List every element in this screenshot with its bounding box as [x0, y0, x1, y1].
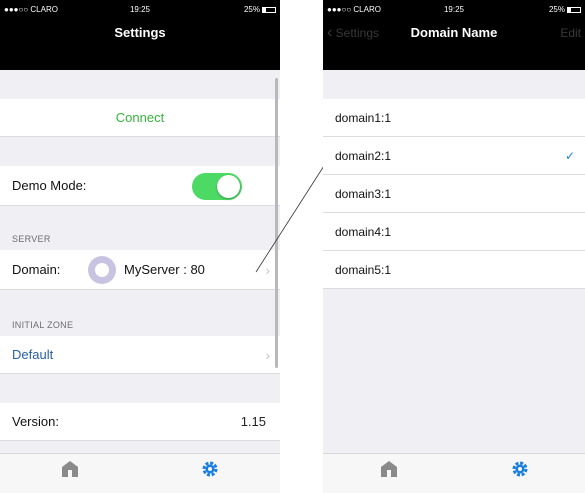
- battery-icon: [262, 7, 276, 13]
- domain-name-screen: ●●●○○ CLARO 19:25 25% ‹ Settings Domain …: [323, 0, 585, 493]
- initial-zone-value: Default: [12, 347, 54, 362]
- domain-row[interactable]: Domain: MyServer : 80 ›: [0, 250, 280, 290]
- battery-icon: [567, 7, 581, 13]
- tab-settings[interactable]: [140, 454, 280, 493]
- version-row: Version: 1.15: [0, 403, 280, 441]
- domain-item-label: domain2:1: [335, 148, 392, 163]
- navigation-bar: ●●●○○ CLARO 19:25 25% ‹ Settings Domain …: [323, 0, 585, 70]
- list-item-domain4[interactable]: domain4:1: [323, 213, 585, 251]
- navigation-bar: ●●●○○ CLARO 19:25 25% Settings: [0, 0, 280, 70]
- demo-mode-toggle[interactable]: [192, 172, 242, 200]
- status-bar: ●●●○○ CLARO 19:25 25%: [323, 0, 585, 20]
- status-bar: ●●●○○ CLARO 19:25 25%: [0, 0, 280, 20]
- home-icon: [62, 461, 78, 477]
- home-icon: [380, 461, 397, 477]
- battery-text: 25%: [548, 5, 565, 14]
- page-title: Settings: [114, 25, 166, 40]
- domain-item-label: domain1:1: [335, 110, 392, 125]
- clock-text: 19:25: [443, 5, 465, 14]
- settings-screen: ●●●○○ CLARO 19:25 25% Settings Connect D…: [0, 0, 280, 493]
- gear-icon: [202, 461, 218, 477]
- battery-indicator: 25%: [244, 0, 276, 20]
- list-item-domain2[interactable]: domain2:1 ✓: [323, 137, 585, 175]
- chevron-right-icon: ›: [265, 261, 270, 278]
- domain-item-label: domain5:1: [335, 262, 392, 277]
- chevron-right-icon: ›: [265, 346, 270, 363]
- server-section-header: SERVER: [12, 234, 51, 244]
- tab-home[interactable]: [0, 454, 140, 493]
- tab-home[interactable]: [323, 454, 454, 493]
- list-item-domain3[interactable]: domain3:1: [323, 175, 585, 213]
- touch-indicator-icon: [88, 256, 116, 284]
- toggle-knob: [217, 174, 240, 198]
- initial-zone-row[interactable]: Default ›: [0, 336, 280, 374]
- connect-button[interactable]: Connect: [0, 99, 280, 137]
- tab-settings[interactable]: [454, 454, 585, 493]
- clock-text: 19:25: [129, 5, 151, 14]
- list-item-domain5[interactable]: domain5:1: [323, 251, 585, 289]
- connect-label: Connect: [115, 110, 165, 125]
- version-label: Version:: [12, 414, 59, 429]
- version-value: 1.15: [240, 414, 266, 429]
- domain-value: MyServer : 80: [124, 262, 205, 277]
- edit-button[interactable]: Edit: [560, 18, 581, 48]
- battery-indicator: 25%: [549, 0, 581, 20]
- domain-item-label: domain4:1: [335, 224, 392, 239]
- tab-bar: [323, 453, 585, 493]
- gear-icon: [512, 461, 527, 477]
- battery-text: 25%: [243, 5, 260, 14]
- list-item-domain1[interactable]: domain1:1: [323, 99, 585, 137]
- initial-zone-section-header: INITIAL ZONE: [12, 320, 74, 330]
- demo-mode-row: Demo Mode:: [0, 166, 280, 206]
- domain-label: Domain:: [12, 262, 61, 277]
- scrollbar[interactable]: [275, 78, 278, 368]
- tab-bar: [0, 453, 280, 493]
- checkmark-icon: ✓: [564, 148, 575, 163]
- demo-mode-label: Demo Mode:: [12, 178, 87, 193]
- page-title: Domain Name: [410, 25, 498, 40]
- domain-item-label: domain3:1: [335, 186, 392, 201]
